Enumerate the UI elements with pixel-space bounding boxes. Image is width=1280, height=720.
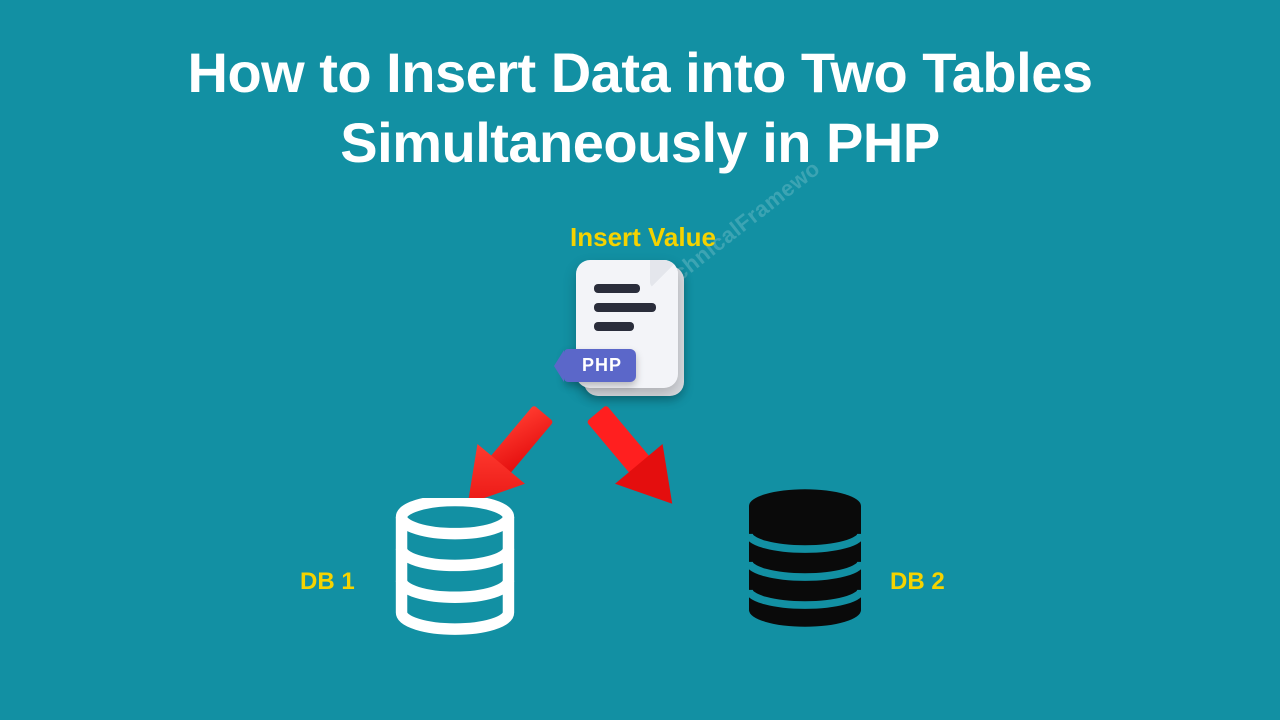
file-text-lines bbox=[594, 284, 656, 341]
database-left-icon bbox=[390, 498, 520, 638]
title-line-2: Simultaneously in PHP bbox=[340, 111, 939, 174]
diagram-area: @PHPTechnicalFramewo Insert Value PHP bbox=[0, 188, 1280, 688]
page-title: How to Insert Data into Two Tables Simul… bbox=[0, 0, 1280, 178]
php-badge: PHP bbox=[564, 349, 636, 382]
php-file-icon: PHP bbox=[574, 260, 694, 410]
database-right-icon bbox=[740, 488, 870, 628]
db2-label: DB 2 bbox=[890, 568, 945, 596]
insert-value-label: Insert Value bbox=[570, 222, 716, 253]
title-line-1: How to Insert Data into Two Tables bbox=[188, 41, 1093, 104]
db1-label: DB 1 bbox=[300, 568, 355, 596]
